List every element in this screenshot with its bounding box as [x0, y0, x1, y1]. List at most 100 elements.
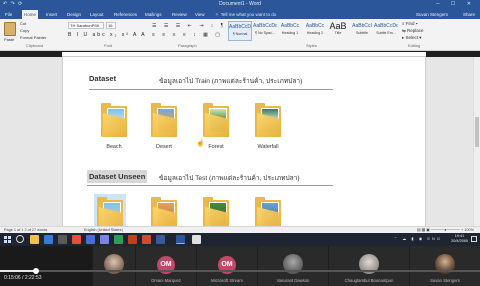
playback-progress-fill — [0, 270, 36, 272]
folder-label-beach[interactable]: Beach — [94, 144, 134, 150]
folder-icon[interactable] — [203, 197, 229, 226]
tab-review[interactable]: Review — [170, 10, 189, 19]
style-heading-2[interactable]: AaBbCc Heading 2 — [303, 21, 327, 41]
scrollbar-thumb[interactable] — [475, 117, 479, 147]
app-icon[interactable] — [100, 235, 109, 244]
style-sample: AaBbCcDd — [229, 24, 251, 30]
tab-references[interactable]: References — [112, 10, 139, 19]
participant-name: Omani Marquez — [151, 278, 181, 283]
style-name: Title — [334, 31, 342, 35]
taskbar-clock[interactable]: 19:41 20/4/2565 — [451, 234, 468, 244]
style-heading-1[interactable]: AaBbCc Heading 1 — [278, 21, 302, 41]
tab-file[interactable]: File — [3, 10, 14, 19]
share-button[interactable]: Share — [463, 10, 475, 19]
search-icon[interactable] — [16, 235, 24, 243]
notification-icon[interactable] — [471, 236, 477, 242]
style-name: Heading 2 — [306, 31, 324, 35]
folder-selected-icon[interactable] — [94, 194, 126, 226]
participant-tile-3[interactable]: OM Microsoft Stream — [197, 246, 257, 286]
app-icon[interactable] — [142, 235, 151, 244]
unseen-dataset-label: Dataset Unseen — [87, 170, 148, 183]
tab-design[interactable]: Design — [65, 10, 83, 19]
lightbulb-icon: ✧ — [215, 12, 219, 17]
vertical-scrollbar[interactable] — [473, 57, 480, 226]
excel-icon[interactable] — [114, 235, 123, 244]
document-page[interactable]: Dataset ข้อมูลเอาไป Train (ภาพแต่ละร้านค… — [62, 57, 426, 226]
tab-view[interactable]: View — [193, 10, 207, 19]
window-controls[interactable]: ─ ☐ ✕ — [436, 0, 476, 9]
participant-tile-2[interactable]: OM Omani Marquez — [136, 246, 196, 286]
word-status-bar: Page 1 of 1 2 of 27 words English (Unite… — [0, 226, 480, 233]
playback-progress-bar[interactable] — [0, 268, 480, 274]
style-sample: AaBbCc — [280, 23, 300, 29]
tell-me-search[interactable]: ✧ Tell me what you want to do — [213, 10, 276, 19]
folder-icon[interactable] — [151, 197, 177, 226]
folder-label-waterfall[interactable]: Waterfall — [248, 144, 288, 150]
train-dataset-description: ข้อมูลเอาไป Train (ภาพแต่ละร้านค้า, ประเ… — [159, 78, 303, 85]
paragraph-buttons-row2[interactable]: ≡ ≡ ≡ ≡ ↕ ▦ ▢ — [152, 32, 223, 38]
tab-home[interactable]: Home — [22, 10, 39, 19]
folder-waterfall-icon[interactable] — [255, 103, 281, 137]
folder-desert-icon[interactable] — [151, 103, 177, 137]
select-button[interactable]: ▸ Select ▾ — [402, 35, 422, 41]
tab-mailings[interactable]: Mailings — [143, 10, 164, 19]
tab-insert[interactable]: Insert — [44, 10, 59, 19]
folder-label-desert[interactable]: Desert — [144, 144, 184, 150]
chrome-icon[interactable] — [72, 235, 81, 244]
font-name-select[interactable]: TH SarabunPSK — [68, 22, 104, 29]
participant-tile-5[interactable]: Chaugtambul Bounantpun — [329, 246, 409, 286]
cut-button[interactable]: Cut — [20, 21, 26, 26]
font-format-buttons[interactable]: B I U abc x₂ x² A A — [68, 32, 147, 38]
windows-start-icon[interactable] — [4, 236, 11, 243]
edge-icon[interactable] — [44, 235, 53, 244]
find-button[interactable]: ⌕ Find ▾ — [402, 21, 418, 26]
participant-tile-4[interactable]: Vasurant Dawson — [258, 246, 328, 286]
ribbon-tabs: File Home Insert Design Layout Reference… — [0, 9, 480, 19]
system-tray[interactable]: ⌃ ☁ ▮ ◉ ENG — [394, 236, 442, 241]
style-sample: AaBbCcDd — [253, 23, 277, 29]
style-name: Subtitle — [356, 31, 368, 35]
format-painter-button[interactable]: Format Painter — [20, 35, 46, 40]
train-underline — [89, 89, 333, 90]
style-name: ¶ No Spac... — [255, 31, 275, 35]
paste-button-label[interactable]: Paste — [4, 37, 14, 42]
user-name[interactable]: Suvan Stengers — [416, 10, 448, 19]
app-icon[interactable] — [156, 235, 165, 244]
playback-scrubber-handle[interactable] — [33, 268, 39, 274]
style-no-spacing[interactable]: AaBbCcDd ¶ No Spac... — [253, 21, 277, 41]
participant-tile-1[interactable] — [93, 246, 135, 286]
copy-button[interactable]: Copy — [20, 28, 29, 33]
windows-taskbar: ⌃ ☁ ▮ ◉ ENG 19:41 20/4/2565 — [0, 233, 480, 246]
style-sample: AaBbCcDd — [374, 23, 398, 29]
app-icon[interactable] — [192, 235, 201, 244]
mouse-cursor-icon: ☝ — [196, 140, 205, 147]
group-label-editing: Editing — [408, 43, 421, 48]
unseen-underline — [87, 185, 333, 186]
font-size-select[interactable]: 16 — [106, 22, 116, 29]
style-subtitle[interactable]: AaBbCcI Subtitle — [350, 21, 374, 41]
style-sample: AaB — [329, 21, 347, 31]
folder-beach-icon[interactable] — [101, 103, 127, 137]
folder-forest-icon[interactable] — [203, 103, 229, 137]
playback-time: 0:15:06 / 2:22:53 — [4, 275, 42, 281]
style-normal[interactable]: AaBbCcDd ¶ Normal — [228, 21, 252, 41]
word-taskbar-icon[interactable] — [176, 235, 185, 244]
participant-tile-6[interactable]: Suvan Stengers — [410, 246, 480, 286]
group-label-styles: Styles — [306, 43, 317, 48]
store-icon[interactable] — [58, 235, 67, 244]
style-title[interactable]: AaB Title — [326, 21, 350, 41]
powerpoint-icon[interactable] — [128, 235, 137, 244]
participant-name: Suvan Stengers — [430, 278, 460, 283]
paste-icon[interactable] — [4, 22, 16, 36]
participant-name: Vasurant Dawson — [276, 278, 310, 283]
clock-date: 20/4/2565 — [451, 239, 468, 243]
style-subtle-emphasis[interactable]: AaBbCcDd Subtle Em... — [374, 21, 398, 41]
folder-icon[interactable] — [255, 197, 281, 226]
train-dataset-label: Dataset — [89, 74, 117, 83]
file-explorer-icon[interactable] — [30, 235, 39, 244]
teams-icon[interactable] — [86, 235, 95, 244]
replace-button[interactable]: ⇆ Replace — [402, 28, 424, 34]
paragraph-buttons-row1[interactable]: ☰ ☰ ☰ ⇤ ⇥ ↕ ¶ — [152, 23, 226, 29]
tab-layout[interactable]: Layout — [88, 10, 106, 19]
unseen-dataset-description: ข้อมูลเอาไป Test (ภาพแต่ละร้านค้า, ประเภ… — [159, 175, 300, 182]
